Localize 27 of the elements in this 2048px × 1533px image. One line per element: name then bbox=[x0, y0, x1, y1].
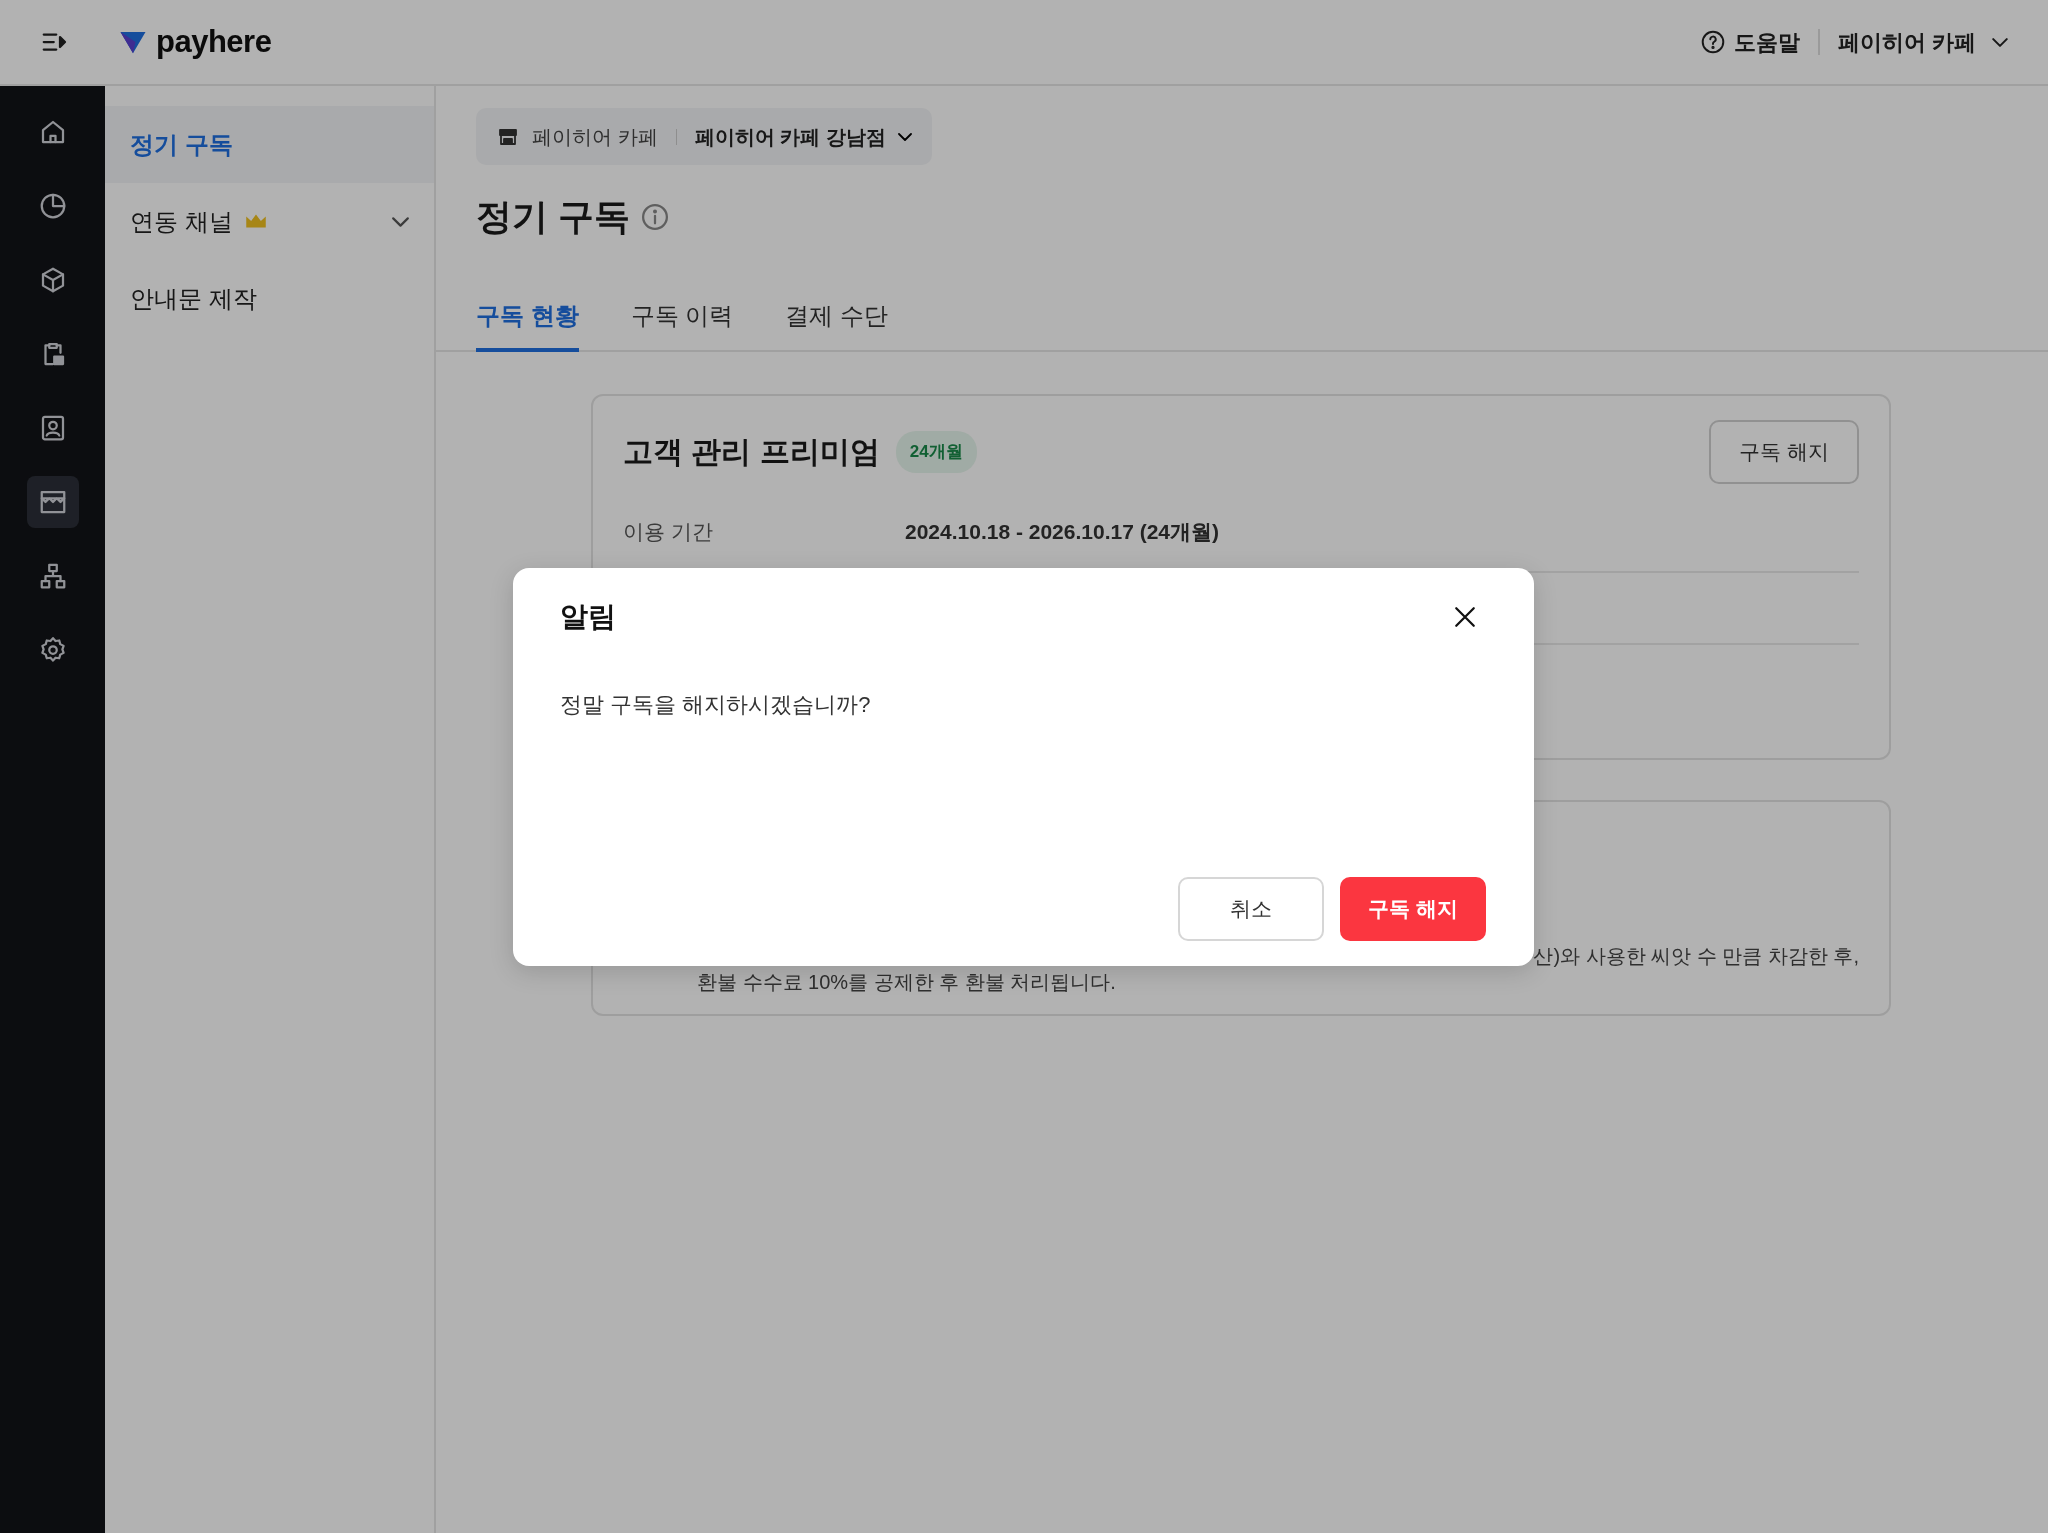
tab[interactable]: 결제 수단 bbox=[785, 298, 888, 353]
dialog-title: 알림 bbox=[560, 600, 616, 634]
row-label: 이용 기간 bbox=[623, 518, 714, 545]
notice-text: 환불 수수료 10%를 공제한 후 환불 처리됩니다. bbox=[696, 970, 1117, 995]
rail-nav-button[interactable] bbox=[26, 476, 79, 528]
row-value: 2024.10.18 - 2026.10.17 (24개월) bbox=[905, 518, 1220, 545]
cancel-subscription-button[interactable]: 구독 해지 bbox=[1709, 420, 1859, 484]
confirm-button[interactable]: 구독 해지 bbox=[1340, 877, 1486, 941]
tab[interactable]: 구독 현황 bbox=[476, 298, 579, 353]
logo-text: payhere bbox=[156, 22, 272, 61]
duration-badge: 24개월 bbox=[895, 431, 977, 473]
tab[interactable]: 구독 이력 bbox=[630, 298, 734, 353]
plan-title: 고객 관리 프리미엄 bbox=[623, 434, 880, 471]
sidebar-item[interactable]: 안내문 제작 bbox=[105, 260, 434, 337]
store-selector[interactable]: 페이히어 카페 페이히어 카페 강남점 bbox=[476, 108, 932, 165]
chevron-down-icon bbox=[1992, 37, 2008, 47]
sidebar-item[interactable]: 연동 채널 bbox=[105, 183, 434, 260]
sidebar-item[interactable]: 정기 구독 bbox=[105, 106, 434, 183]
notice-text: 산)와 사용한 씨앗 수 만큼 차감한 후, bbox=[1533, 945, 1859, 968]
help-link[interactable]: 도움말 bbox=[1699, 25, 1800, 59]
help-icon bbox=[1699, 29, 1726, 55]
page-title: 정기 구독 bbox=[476, 195, 630, 239]
chevron-down-icon bbox=[897, 132, 912, 141]
dialog-message: 정말 구독을 해지하시겠습니까? bbox=[560, 691, 872, 719]
info-icon[interactable] bbox=[640, 201, 670, 232]
cancel-button[interactable]: 취소 bbox=[1178, 877, 1324, 941]
account-menu[interactable]: 페이히어 카페 bbox=[1837, 25, 2008, 59]
